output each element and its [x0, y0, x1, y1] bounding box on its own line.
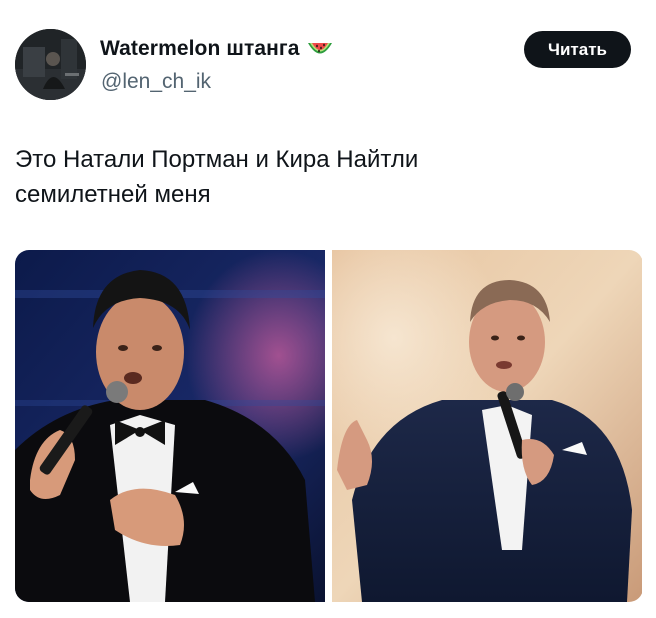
author-display-name[interactable]: Watermelon штанга — [100, 37, 300, 61]
author-handle[interactable]: @len_ch_ik — [101, 70, 211, 94]
tweet-text: Это Натали Портман и Кира Найтли семилет… — [15, 146, 419, 208]
watermelon-icon — [307, 40, 333, 58]
avatar-image — [15, 29, 86, 100]
author-name-row: Watermelon штанга — [100, 37, 333, 61]
tweet-card: Watermelon штанга @len_ch_ik Читать Это … — [0, 0, 656, 618]
author-avatar[interactable] — [15, 29, 86, 100]
follow-button[interactable]: Читать — [524, 31, 631, 68]
singer-photo-left[interactable] — [15, 250, 325, 602]
media-grid — [15, 250, 643, 602]
singer-photo-right[interactable] — [332, 250, 642, 602]
